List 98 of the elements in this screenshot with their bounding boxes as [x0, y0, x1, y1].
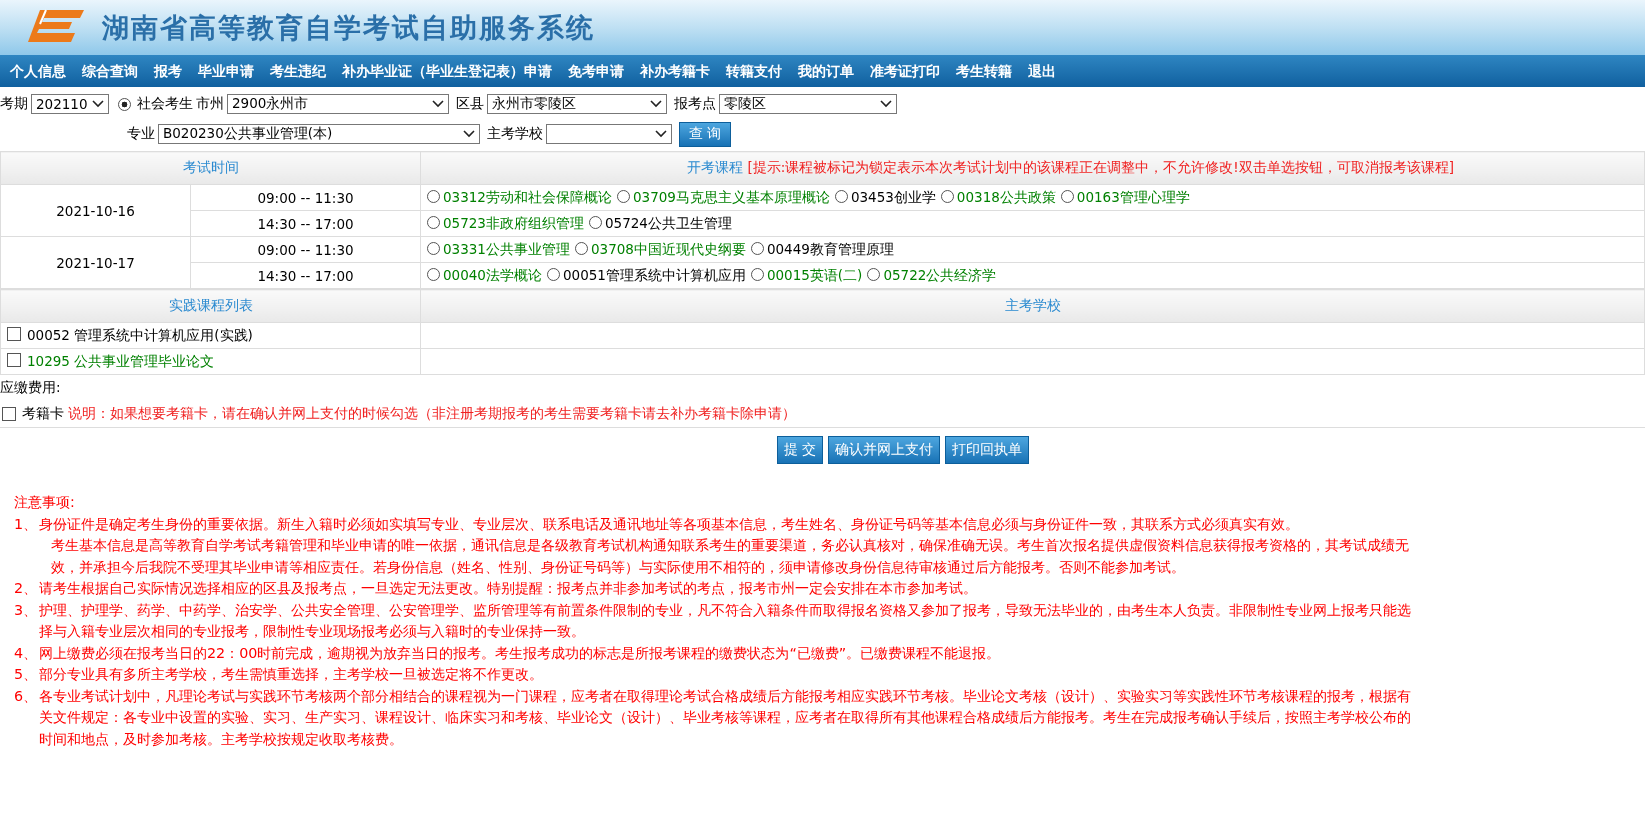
course-name: 05723非政府组织管理 [443, 214, 584, 231]
nav-link[interactable]: 转籍支付 [718, 61, 790, 81]
nav-link[interactable]: 准考证打印 [862, 61, 948, 81]
radio-button[interactable] [1060, 189, 1074, 203]
radio-button[interactable] [118, 97, 131, 111]
course-name: 00015英语(二) [766, 266, 863, 283]
field-label: 专业 [127, 125, 155, 143]
note-number: 5、 [14, 666, 38, 682]
nav-link[interactable]: 补办毕业证（毕业生登记表）申请 [334, 61, 560, 81]
school-select[interactable] [546, 124, 672, 144]
date-cell: 2021-10-16 [0, 184, 191, 237]
column-header: 实践课程列表 [0, 289, 421, 323]
course-name: 00449教育管理原理 [766, 240, 894, 257]
date-cell: 2021-10-17 [0, 236, 191, 289]
column-header: 主考学校 [420, 289, 1645, 323]
radio-button[interactable] [616, 189, 630, 203]
site-title: 湖南省高等教育自学考试自助服务系统 [102, 10, 595, 45]
note-number: 6、 [14, 687, 38, 704]
radio-button[interactable] [867, 267, 881, 281]
note-number: 2、 [14, 580, 38, 596]
course-name: 03453创业学 [850, 188, 936, 205]
action-button[interactable]: 确认并网上支付 [828, 436, 941, 464]
note-number: 4、 [14, 644, 38, 661]
note-text: 部分专业具有多所主考学校，考生需慎重选择，主考学校一旦被选定将不作更改。 [38, 665, 543, 684]
course-name: 00163管理心理学 [1076, 188, 1190, 205]
course-name: 00052 管理系统中计算机应用(实践) [27, 326, 253, 343]
course-name: 03331公共事业管理 [443, 240, 570, 257]
nav-link[interactable]: 免考申请 [560, 61, 632, 81]
checkbox[interactable] [7, 326, 21, 341]
nav-link[interactable]: 个人信息 [2, 61, 74, 81]
nav-link[interactable]: 退出 [1020, 61, 1064, 81]
field-label: 区县 [456, 95, 484, 113]
site-select[interactable]: 零陵区 [719, 94, 897, 114]
fee-label: 应缴费用: [0, 378, 62, 397]
checkbox[interactable] [7, 352, 21, 367]
nav-link[interactable]: 考生转籍 [948, 61, 1020, 81]
note-text: 网上缴费必须在报考当日的22：00时前完成，逾期视为放弃当日的报考。考生报考成功的标志是所报考课程的缴费状态为“已缴费”。已缴费课程不能退报。 [38, 643, 1001, 663]
note-number: 3、 [14, 601, 38, 618]
caret-icon [655, 130, 667, 138]
nav-link[interactable]: 考生违纪 [262, 61, 334, 81]
field-label: 考期 [0, 95, 28, 113]
nav-link[interactable]: 补办考籍卡 [632, 61, 718, 81]
action-button[interactable]: 提 交 [777, 436, 824, 464]
checkbox-label: 考籍卡 [22, 405, 64, 423]
card-note: 说明：如果想要考籍卡，请在确认并网上支付的时候勾选（非注册考期报考的考生需要考籍卡请去补办考籍卡除申请） [68, 405, 797, 423]
course-name: 05722公共经济学 [883, 266, 997, 283]
column-header: 考试时间 [0, 151, 421, 185]
caret-icon [92, 100, 104, 108]
caret-icon [463, 130, 475, 138]
time-cell: 14:30 -- 17:00 [190, 262, 421, 289]
caret-icon [650, 100, 662, 108]
time-cell: 09:00 -- 11:30 [190, 184, 421, 211]
major-select[interactable]: B020230公共事业管理(本) [158, 124, 480, 144]
note-text: 考生基本信息是高等教育自学考试考籍管理和毕业申请的唯一依据，通讯信息是各级教育考试机构通知联系考生的重要渠道，务必认真核对，确保准确无误。考生首次报名提供虚假资料信息获得报考资格的，其考试成绩无效，并承担今后我院不受理其毕业申请等相应责任。若身份信息（姓名、性别、身份证号码等）与实际使用不相符的，须申请修改身份信息待审核通过后方能报考。否则不能参加考试。 [50, 536, 1410, 577]
course-name: 00318公共政策 [956, 188, 1056, 205]
field-label: 市州 [196, 95, 224, 113]
time-cell: 09:00 -- 11:30 [190, 236, 421, 263]
note-text: 护理、护理学、药学、中药学、治安学、公共安全管理、公安管理学、监所管理等有前置条件限制的专业，凡不符合入籍条件而取得报名资格又参加了报考，导致无法毕业的，由考生本人负责。非限制性专业网上报考只能选择与入籍专业层次相同的专业报考，限制性专业现场报考必须与入籍时的专业保持一致。 [38, 600, 1412, 641]
action-button[interactable]: 打印回执单 [945, 436, 1030, 464]
radio-button[interactable] [750, 241, 764, 255]
course-name: 00051管理系统中计算机应用 [562, 266, 746, 283]
nav-link[interactable]: 综合查询 [74, 61, 146, 81]
note-text: 各专业考试计划中，凡理论考试与实践环节考核两个部分相结合的课程视为一门课程，应考者在取得理论考试合格成绩后方能报考相应实践环节考核。毕业论文考核（设计）、实验实习等实践性环节考核课程的报考，根据有关文件规定：各专业中设置的实验、实习、生产实习、课程设计、临床实习和考核、毕业论文（设计）、毕业考核等课程，应考者在取得所有其他课程合格成绩后方能报考。考生在完成报考确认手续后，按照主考学校公布的时间和地点，及时参加考核。主考学校按规定收取考核费。 [38, 686, 1412, 749]
city-select[interactable]: 2900永州市 [227, 94, 449, 114]
course-name: 03312劳动和社会保障概论 [443, 188, 612, 205]
course-name: 03709马克思主义基本原理概论 [632, 188, 830, 205]
nav-link[interactable]: 我的订单 [790, 61, 862, 81]
note-text: 请考生根据自己实际情况选择相应的区县及报考点，一旦选定无法更改。特别提醒：报考点并非参加考试的考点，报考市州一定会安排在本市参加考试。 [38, 579, 977, 598]
field-label: 主考学校 [487, 125, 543, 143]
query-button[interactable]: 查 询 [679, 121, 732, 147]
county-select[interactable]: 永州市零陵区 [487, 94, 667, 114]
course-name: 00040法学概论 [443, 266, 542, 283]
radio-label: 社会考生 [137, 95, 193, 113]
course-name: 03708中国近现代史纲要 [590, 240, 746, 257]
radio-button[interactable] [427, 215, 440, 229]
field-label: 报考点 [674, 95, 716, 113]
radio-button[interactable] [427, 189, 440, 203]
nav-link[interactable]: 毕业申请 [190, 61, 262, 81]
radio-button[interactable] [834, 189, 848, 203]
checkbox[interactable] [2, 407, 16, 421]
course-name: 10295 公共事业管理毕业论文 [27, 352, 215, 369]
radio-button[interactable] [427, 241, 440, 255]
column-header: 开考课程 [提示:课程被标记为锁定表示本次考试计划中的该课程正在调整中，不允许修改!双击单选按钮，可取消报考该课程] [420, 151, 1645, 185]
radio-button[interactable] [427, 267, 440, 281]
notes-title: 注意事项: [14, 493, 76, 512]
nav-link[interactable]: 报考 [146, 61, 190, 81]
radio-button[interactable] [574, 241, 588, 255]
radio-button[interactable] [940, 189, 954, 203]
caret-icon [880, 100, 892, 108]
note-number: 1、 [14, 515, 38, 532]
caret-icon [432, 100, 444, 108]
radio-button[interactable] [546, 267, 560, 281]
radio-button[interactable] [750, 267, 764, 281]
course-name: 05724公共卫生管理 [604, 214, 732, 231]
radio-button[interactable] [588, 215, 602, 229]
time-cell: 14:30 -- 17:00 [190, 210, 421, 237]
note-text: 身份证件是确定考生身份的重要依据。新生入籍时必须如实填写专业、专业层次、联系电话及通讯地址等各项基本信息，考生姓名、身份证号码等基本信息必须与身份证件一致，其联系方式必须真实有效。 [38, 514, 1299, 534]
period-select[interactable]: 202110 [31, 94, 109, 114]
